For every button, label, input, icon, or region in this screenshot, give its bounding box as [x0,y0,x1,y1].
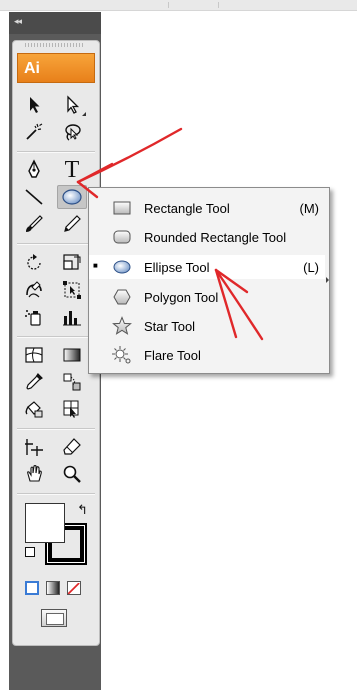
mesh-icon [25,347,43,363]
rotate-icon [27,254,41,270]
gradient-tool[interactable] [57,343,87,367]
line-segment-tool[interactable] [19,185,49,209]
pen-tool[interactable] [19,158,49,182]
flyout-item-rectangle-tool[interactable]: Rectangle Tool (M) [89,196,325,220]
flyout-item-label: Rounded Rectangle Tool [144,230,287,245]
shape-tools-flyout: Rectangle Tool (M) Rounded Rectangle Too… [88,187,330,374]
type-tool[interactable]: T [57,156,87,183]
none-mode-button[interactable] [67,581,81,595]
flyout-item-shortcut: (L) [303,260,319,275]
bar-graph-icon [63,311,81,326]
none-icon [68,582,80,594]
top-strip [0,0,357,11]
panel-header[interactable] [9,12,101,34]
star-icon [112,316,132,335]
brush-icon [26,215,43,232]
paintbrush-tool[interactable] [19,212,49,236]
hollow-arrow-icon [67,95,80,114]
blend-tool[interactable] [57,370,87,394]
direct-selection-tool[interactable] [57,93,87,117]
flyout-indicator [82,112,86,116]
rotate-tool[interactable] [19,251,49,275]
blend-icon [63,373,81,391]
ellipse-icon [62,189,82,205]
pencil-icon [64,215,81,232]
magic-wand-tool[interactable] [19,120,49,144]
warp-icon [26,281,42,298]
warp-tool[interactable] [19,278,49,302]
screen-mode-button[interactable] [41,609,67,627]
scale-tool[interactable] [57,251,87,275]
rounded-rectangle-icon [113,230,131,244]
flyout-item-rounded-rectangle-tool[interactable]: Rounded Rectangle Tool [89,225,325,249]
slice-icon [25,439,43,456]
flyout-item-label: Flare Tool [144,348,201,363]
magic-wand-icon [26,123,43,140]
free-transform-icon [63,281,81,299]
zoom-tool[interactable] [57,462,87,486]
eraser-icon [63,438,81,455]
eraser-tool[interactable] [57,435,87,459]
tearoff-arrow-icon [326,277,329,283]
panel-grip[interactable] [25,43,85,47]
eyedropper-icon [26,373,43,390]
gradient-mode-button[interactable] [46,581,60,595]
flyout-item-label: Rectangle Tool [144,201,230,216]
line-icon [25,189,43,205]
live-paint-bucket-tool[interactable] [19,397,49,421]
live-paint-selection-icon [63,400,79,418]
swap-fill-stroke-icon[interactable]: ↰ [77,502,88,518]
arrow-icon [30,97,40,113]
flyout-item-ellipse-tool[interactable]: ■ Ellipse Tool (L) [89,255,325,279]
flare-icon [112,346,131,364]
selected-indicator: ■ [93,261,98,270]
column-graph-tool[interactable] [57,305,87,329]
color-mode-button[interactable] [25,581,39,595]
type-icon: T [64,156,80,183]
live-paint-selection-tool[interactable] [57,397,87,421]
lasso-tool[interactable] [57,120,87,144]
screen-mode-icon [46,613,64,625]
flyout-item-star-tool[interactable]: Star Tool [89,314,325,338]
flyout-item-flare-tool[interactable]: Flare Tool [89,343,325,367]
hand-tool[interactable] [19,462,49,486]
polygon-icon [113,289,131,305]
symbol-sprayer-tool[interactable] [19,305,49,329]
flyout-item-polygon-tool[interactable]: Polygon Tool [89,285,325,309]
free-transform-tool[interactable] [57,278,87,302]
tools-panel: Ai T ↰ [12,40,100,646]
slice-tool[interactable] [19,435,49,459]
symbol-sprayer-icon [25,310,41,326]
pencil-tool[interactable] [57,212,87,236]
ellipse-icon [113,260,131,274]
mesh-tool[interactable] [19,343,49,367]
app-logo: Ai [17,53,95,83]
flyout-item-label: Ellipse Tool [144,260,210,275]
flyout-item-label: Polygon Tool [144,290,219,305]
fill-swatch[interactable] [25,503,65,543]
pen-nib-icon [28,159,40,178]
eyedropper-tool[interactable] [19,370,49,394]
hand-icon [27,464,42,482]
scale-icon [63,254,81,270]
ellipse-tool[interactable] [57,185,87,209]
lasso-icon [65,124,81,141]
flyout-item-label: Star Tool [144,319,196,334]
collapse-icon[interactable]: ◂◂ [14,16,22,27]
rectangle-icon [113,201,131,215]
selection-tool[interactable] [19,93,49,117]
zoom-icon [63,465,81,483]
flyout-item-shortcut: (M) [299,201,320,216]
default-fill-stroke-icon[interactable] [25,547,35,557]
paint-bucket-icon [25,401,43,418]
gradient-icon [63,348,81,362]
